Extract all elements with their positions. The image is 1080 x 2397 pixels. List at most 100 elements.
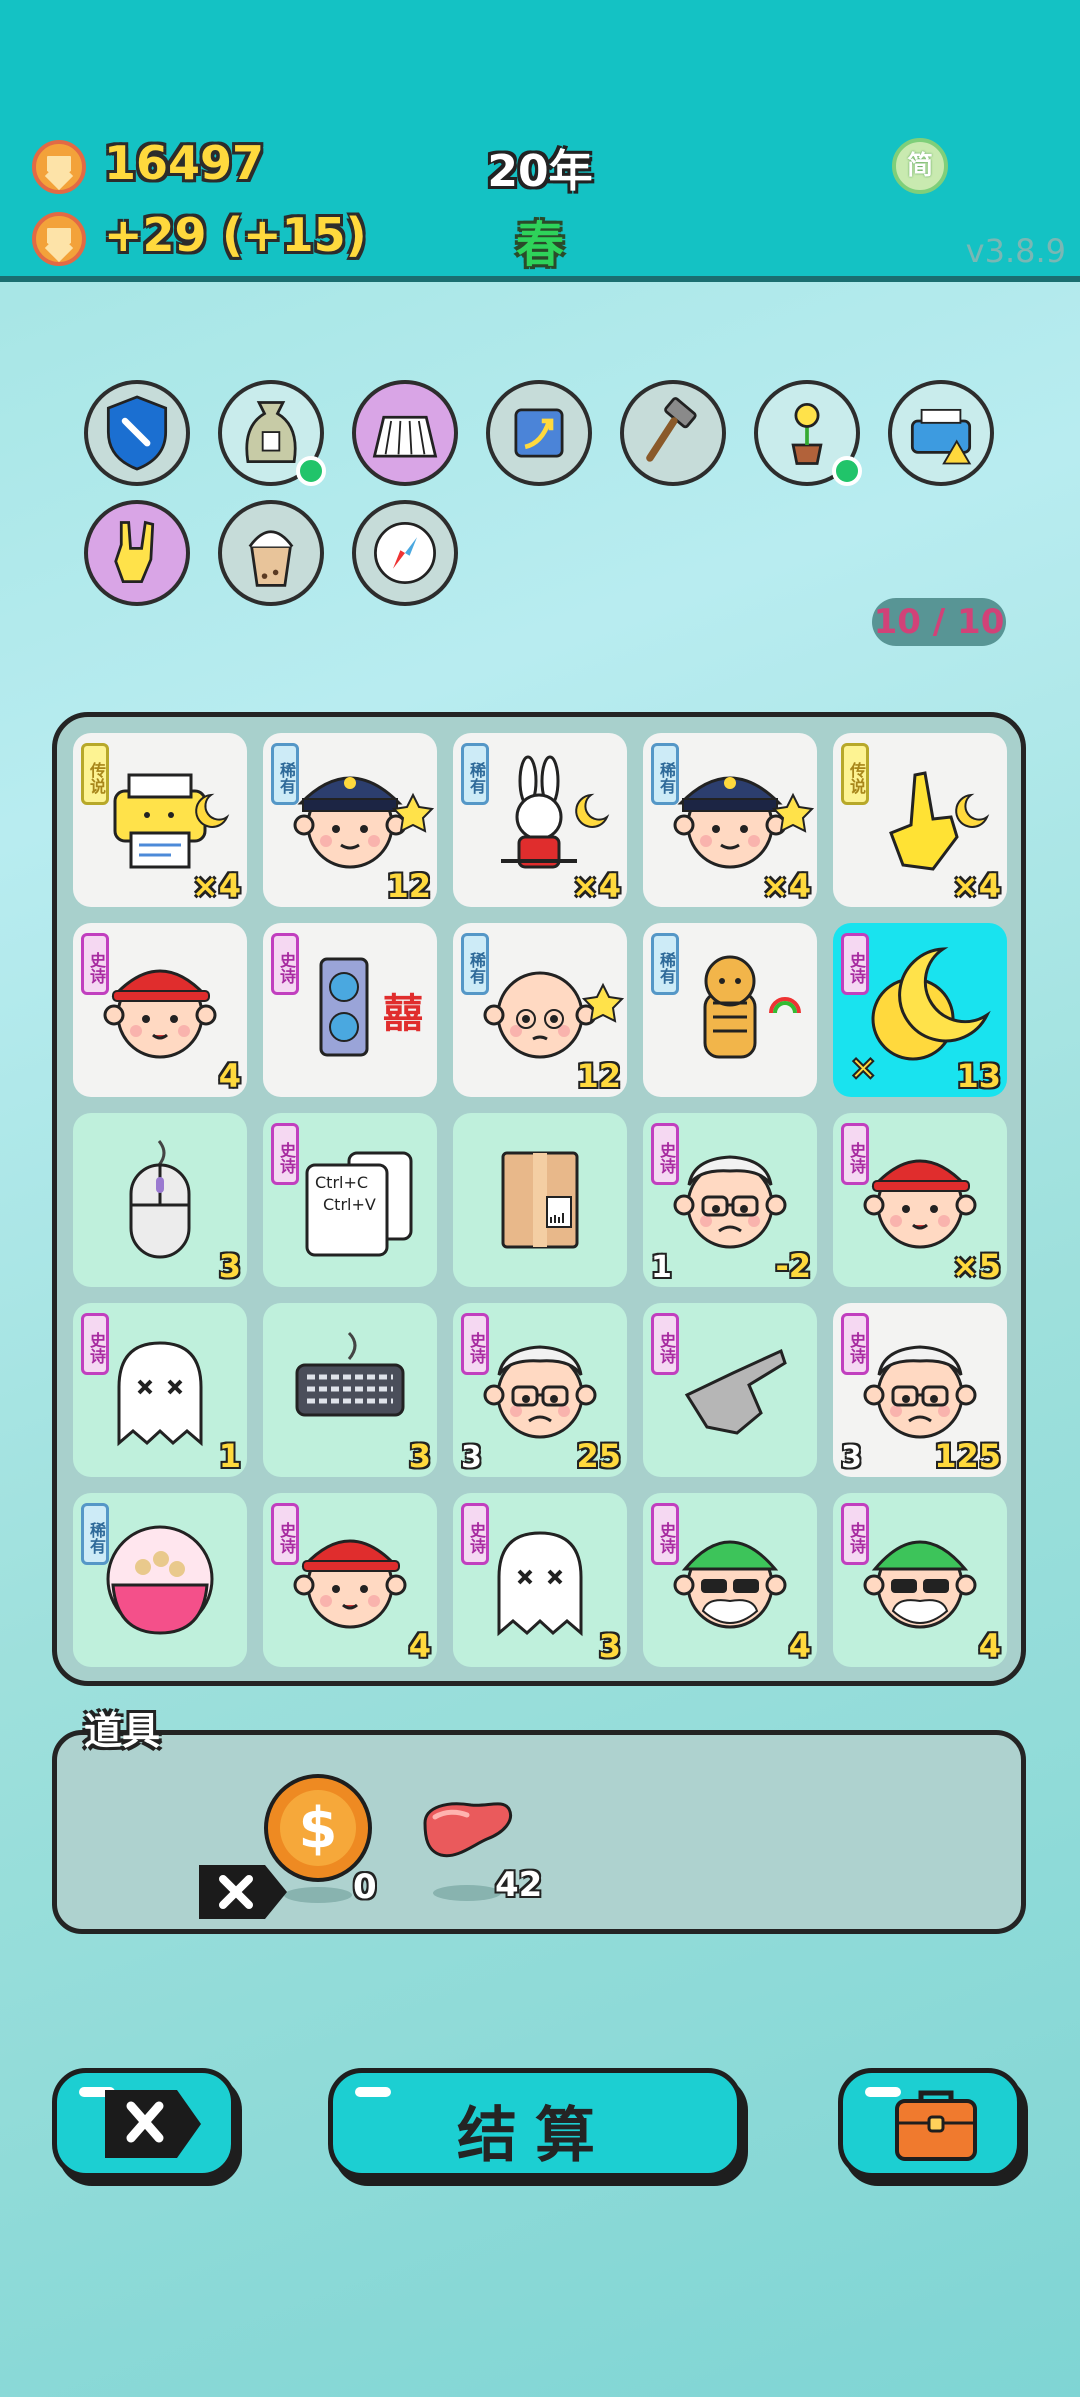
shield-wrench-icon [106,395,168,471]
grid-cell-red-hat-boy[interactable]: 史诗 4 [263,1493,437,1667]
grid-cell-green-hat-man[interactable]: 史诗 4 [643,1493,817,1667]
grid-cell-mouse[interactable]: 3 [73,1113,247,1287]
rock-hand-icon [114,520,155,584]
grid-cell-parcel[interactable] [453,1113,627,1287]
parcel-icon [501,1151,579,1249]
svg-text:×: × [849,1048,878,1088]
grid-cell-moon-coin[interactable]: × 史诗 13 [833,923,1007,1097]
relic-growth-arrow[interactable] [486,380,592,486]
rarity-tag: 史诗 [461,1503,489,1565]
discard-item-button[interactable] [197,1863,289,1921]
hammer-icon [646,397,697,462]
grid-cell-old-man[interactable]: 史诗 3 25 [453,1303,627,1477]
bubble-tea-icon [248,530,294,587]
cell-count: 4 [218,1057,241,1095]
grid-cell-bald-man[interactable]: 稀有 12 [453,923,627,1097]
ctrl-c-label: Ctrl+C [315,1173,369,1192]
cell-left-count: 3 [841,1440,862,1475]
rarity-tag: 史诗 [81,1313,109,1375]
grid-cell-police[interactable]: 稀有 ×4 [643,733,817,907]
income-value: +29 [104,208,207,262]
cell-count: 3 [408,1437,431,1475]
cell-count: 13 [956,1057,1001,1095]
cell-count: 3 [598,1627,621,1665]
close-tag-icon [199,1865,287,1919]
grid-cell-pointing-hand[interactable]: 传说 ×4 [833,733,1007,907]
items-title: 道具 [84,1709,161,1753]
ready-indicator [296,456,326,486]
relic-shield-wrench[interactable] [84,380,190,486]
grid-cell-ctrl-cv[interactable]: Ctrl+C Ctrl+V 史诗 [263,1113,437,1287]
relic-money-bag[interactable] [218,380,326,486]
discard-button[interactable] [52,2068,236,2178]
rarity-tag: 史诗 [271,933,299,995]
svg-text:$: $ [299,1796,338,1861]
cell-count: 4 [788,1627,811,1665]
relic-rock-hand[interactable] [84,500,190,606]
grid-cell-keyboard[interactable]: 3 [263,1303,437,1477]
cell-count: 4 [408,1627,431,1665]
grid-cell-bowl[interactable]: 稀有 [73,1493,247,1667]
rarity-tag: 史诗 [651,1313,679,1375]
cell-count: 125 [934,1437,1001,1475]
relic-compass[interactable] [352,500,458,606]
rarity-tag: 稀有 [461,933,489,995]
grid-cell-rabbit[interactable]: 稀有 ×4 [453,733,627,907]
compass-icon [374,522,436,584]
income-coin-icon [32,212,86,266]
rarity-tag: 稀有 [271,743,299,805]
grid-cell-ghost[interactable]: 史诗 1 [73,1303,247,1477]
income-bonus: (+15) [222,208,367,262]
rarity-tag: 稀有 [651,743,679,805]
rarity-tag: 史诗 [81,933,109,995]
cell-count: ×4 [951,867,1001,905]
grid-cell-police[interactable]: 稀有 12 [263,733,437,907]
rarity-tag: 传说 [841,743,869,805]
cell-count: 3 [218,1247,241,1285]
coin-icon [32,140,86,194]
close-tag-icon [105,2090,201,2158]
cell-count: ×4 [191,867,241,905]
relic-bubble-tea[interactable] [218,500,324,606]
grid-cell-old-man[interactable]: 史诗 3 125 [833,1303,1007,1477]
inventory-button[interactable] [838,2068,1022,2178]
cell-count: 1 [218,1437,241,1475]
grid-cell-gpu[interactable]: 囍 史诗 [263,923,437,1097]
growth-arrow-icon [514,408,564,458]
cell-count: 12 [576,1057,621,1095]
settle-button-label: 结算 [457,2101,613,2171]
relic-potted-flower[interactable] [754,380,862,486]
grid-cell-green-hat-man[interactable]: 史诗 4 [833,1493,1007,1667]
rarity-tag: 稀有 [81,1503,109,1565]
cell-count: 25 [576,1437,621,1475]
cell-count: ×5 [951,1247,1001,1285]
grid-cell-gray-hand[interactable]: 史诗 [643,1303,817,1477]
svg-text:囍: 囍 [383,991,423,1037]
cell-count: ×4 [571,867,621,905]
cell-count: -2 [775,1247,811,1285]
liver-count: 42 [495,1865,543,1905]
rarity-tag: 传说 [81,743,109,805]
rarity-tag: 史诗 [651,1503,679,1565]
grid-cell-red-hat-boy[interactable]: 史诗 ×5 [833,1113,1007,1287]
ctrl-v-label: Ctrl+V [323,1195,376,1214]
rarity-tag: 史诗 [271,1503,299,1565]
cell-count: ×4 [761,867,811,905]
language-toggle-button[interactable]: 简 [892,138,948,194]
pleated-skirt-icon [372,415,438,458]
items-panel: $ 0 42 [52,1730,1026,1934]
grid-cell-old-man[interactable]: 史诗 1 -2 [643,1113,817,1287]
cell-left-count: 3 [461,1440,482,1475]
relic-broken-printer[interactable] [888,380,994,486]
rarity-tag: 史诗 [841,1503,869,1565]
grid-cell-tiger[interactable]: 稀有 [643,923,817,1097]
settle-button[interactable]: 结算 [328,2068,742,2178]
grid-cell-red-hat-boy[interactable]: 史诗 4 [73,923,247,1097]
coin-total: 16497 [104,136,265,190]
grid-cell-ghost[interactable]: 史诗 3 [453,1493,627,1667]
relic-pleated-skirt[interactable] [352,380,458,486]
version-label: v3.8.9 [965,232,1066,270]
grid-cell-printer[interactable]: 传说 ×4 [73,733,247,907]
relic-hammer[interactable] [620,380,726,486]
rarity-tag: 史诗 [461,1313,489,1375]
